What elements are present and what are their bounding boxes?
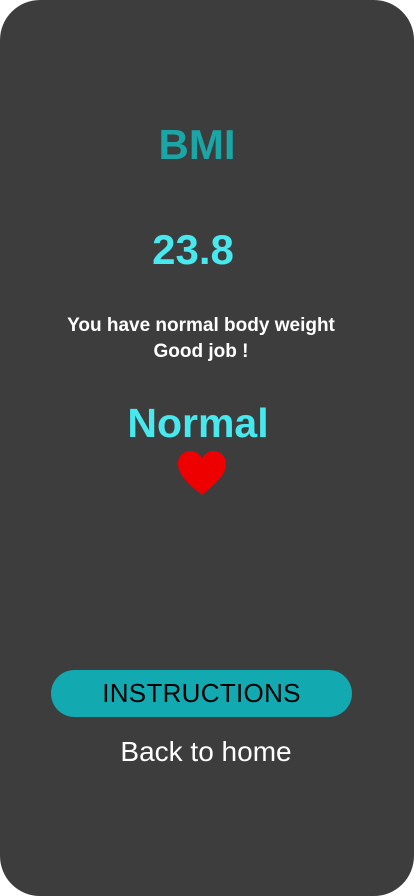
- result-message-line: Good job !: [153, 341, 249, 362]
- result-message: You have normal body weight Good job !: [0, 313, 402, 365]
- bmi-value: 23.8: [152, 226, 234, 273]
- result-message-line: You have normal body weight: [67, 315, 335, 336]
- bmi-result-screen: BMI 23.8 You have normal body weight Goo…: [0, 0, 414, 896]
- page-title: BMI: [158, 121, 236, 168]
- bmi-category: Normal: [127, 400, 269, 446]
- back-to-home-link[interactable]: Back to home: [0, 732, 412, 772]
- instructions-button[interactable]: INSTRUCTIONS: [51, 670, 352, 717]
- heart-icon: [178, 451, 226, 495]
